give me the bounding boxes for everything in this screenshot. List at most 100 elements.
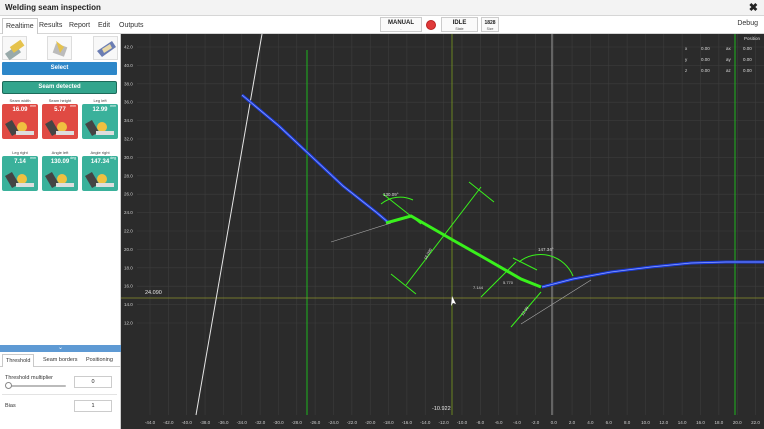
angle-axis-label: ax: [726, 46, 731, 51]
threshold-slider-track[interactable]: [6, 385, 66, 387]
profile-mode-button-2[interactable]: [47, 36, 72, 60]
laser-reference-line: [195, 34, 263, 416]
angle-right-icon: [85, 171, 114, 189]
axis-value: 0.00: [701, 68, 710, 73]
x-tick-label: 18.0: [714, 420, 723, 425]
profile-plot-canvas[interactable]: -44.0 -42.0 -40.0 -38.0 -36.0 -34.0 -32.0 -30.0…: [121, 34, 764, 429]
record-icon[interactable]: [426, 20, 436, 30]
profile-plot[interactable]: -44.0 -42.0 -40.0 -38.0 -36.0 -34.0 -32.0 -30.0…: [121, 34, 764, 429]
x-tick-label: -38.0: [200, 420, 211, 425]
x-tick-label: 22.0: [751, 420, 760, 425]
panel-collapse-toggle[interactable]: ⌄: [0, 345, 121, 352]
tile-leg-right[interactable]: mm 7.14: [2, 156, 38, 191]
y-tick-label: 14.0: [124, 302, 133, 307]
y-tick-label: 38.0: [124, 81, 133, 86]
tab-threshold[interactable]: Threshold: [2, 354, 35, 367]
seam-height-icon: [45, 119, 74, 137]
x-tick-label: -44.0: [145, 420, 156, 425]
y-tick-label: 42.0: [124, 45, 133, 50]
tile-angle-left[interactable]: deg 130.09: [42, 156, 78, 191]
position-row-y: y 0.00 ay 0.00: [681, 57, 763, 65]
tile-leg-left[interactable]: mm 12.99: [82, 104, 118, 139]
state-label: IDLE: [452, 20, 467, 26]
x-tick-label: -42.0: [163, 420, 174, 425]
left-panel: Select Seam detected Seam width Seam hei…: [0, 34, 121, 429]
x-tick-label: -28.0: [292, 420, 303, 425]
select-button[interactable]: Select: [2, 62, 117, 75]
mode-label: MANUAL: [388, 20, 414, 26]
x-tick-label: -22.0: [347, 420, 358, 425]
y-tick-label: 28.0: [124, 173, 133, 178]
weld-joint-icon: [52, 41, 68, 57]
threshold-slider-handle[interactable]: [5, 382, 12, 389]
param-divider: [2, 394, 117, 395]
tile-angle-right[interactable]: deg 147.34: [82, 156, 118, 191]
tile-seam-width[interactable]: mm 16.09: [2, 104, 38, 139]
axis-label: x: [685, 46, 688, 51]
seam-width-icon: [5, 119, 34, 137]
x-tick-label: 16.0: [696, 420, 705, 425]
debug-link[interactable]: Debug: [737, 20, 758, 27]
threshold-multiplier-input[interactable]: 0: [74, 376, 112, 388]
profile-mode-button-1[interactable]: [2, 36, 27, 61]
tab-edit[interactable]: Edit: [95, 18, 113, 34]
x-tick-label: -24.0: [328, 420, 339, 425]
x-tick-label: -18.0: [383, 420, 394, 425]
tangent-line-left: [330, 222, 392, 243]
x-tick-label: -10.0: [457, 420, 468, 425]
profile-mode-button-3[interactable]: [93, 36, 118, 60]
x-tick-label: 0.0: [551, 420, 558, 425]
angle-left-label: 130.09°: [383, 192, 399, 197]
title-bar: Welding seam inspection ✖: [0, 0, 764, 16]
x-tick-label: -20.0: [365, 420, 376, 425]
x-tick-label: -26.0: [310, 420, 321, 425]
bias-input[interactable]: 1: [74, 400, 112, 412]
y-tick-label: 18.0: [124, 265, 133, 270]
angle-axis-value: 0.00: [743, 68, 752, 73]
close-icon[interactable]: ✖: [749, 1, 758, 14]
x-tick-label: 4.0: [587, 420, 594, 425]
leg-right-label: 7.144: [473, 285, 484, 290]
weld-plate-icon: [97, 41, 116, 57]
tile-label-seam-height: Seam height: [48, 98, 72, 103]
tile-label-leg-right: Leg right: [12, 150, 28, 155]
x-tick-label: 2.0: [569, 420, 576, 425]
x-tick-label: 10.0: [641, 420, 650, 425]
tile-value: 12.99: [92, 107, 108, 113]
tab-positioning[interactable]: Positioning: [83, 354, 116, 367]
weld-piece-icon: [4, 39, 25, 61]
tile-label-angle-left: Angle left: [51, 150, 69, 155]
angle-left-icon: [45, 171, 74, 189]
angle-axis-value: 0.00: [743, 57, 752, 62]
menu-bar: Realtime Results Report Edit Outputs MAN…: [0, 16, 764, 34]
tab-realtime[interactable]: Realtime: [2, 18, 38, 34]
angle-right-label: 147.34°: [538, 247, 554, 252]
y-tick-label: 22.0: [124, 229, 133, 234]
leg-right-icon: [5, 171, 34, 189]
x-tick-label: -4.0: [513, 420, 521, 425]
y-tick-label: 40.0: [124, 63, 133, 68]
seam-detected-button[interactable]: Seam detected: [2, 81, 117, 94]
tile-label-leg-left: Leg left: [93, 98, 107, 103]
angle-left-arc: [380, 196, 414, 205]
y-tick-label: 34.0: [124, 118, 133, 123]
height-label: 5.770: [503, 280, 514, 285]
tab-report[interactable]: Report: [66, 18, 93, 34]
tab-outputs[interactable]: Outputs: [116, 18, 147, 34]
mode-indicator[interactable]: MANUAL -: [380, 17, 422, 32]
position-row-x: x 0.00 ax 0.00: [681, 46, 763, 54]
x-tick-label: -16.0: [402, 420, 413, 425]
tab-seam-borders[interactable]: Seam borders: [40, 354, 81, 367]
tile-seam-height[interactable]: mm 5.77: [42, 104, 78, 139]
leg-left-icon: [85, 119, 114, 137]
angle-right-arm: [512, 257, 538, 271]
tab-results[interactable]: Results: [36, 18, 65, 34]
size-indicator: 1828 Size: [481, 17, 499, 32]
tile-value: 147.34: [90, 159, 110, 165]
tangent-line-right: [520, 279, 592, 325]
bias-label: Bias: [5, 403, 16, 409]
x-tick-label: -2.0: [531, 420, 539, 425]
width-cap-right: [468, 181, 495, 203]
x-tick-label: 14.0: [678, 420, 687, 425]
x-tick-label: -14.0: [420, 420, 431, 425]
